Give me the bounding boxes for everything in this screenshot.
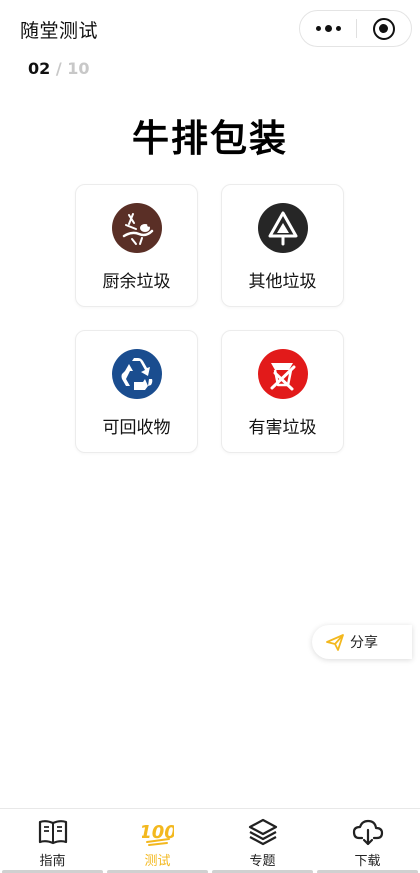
tab-label: 测试 (144, 854, 171, 869)
progress-current: 02 (28, 59, 51, 78)
mini-program-capsule (299, 10, 412, 47)
residual-waste-icon (258, 203, 308, 253)
close-mini-program-icon[interactable] (373, 18, 395, 40)
tab-test[interactable]: 100 测试 (105, 809, 210, 873)
option-label: 有害垃圾 (248, 418, 317, 438)
tab-guide[interactable]: 指南 (0, 809, 105, 873)
more-dot-icon (324, 25, 332, 32)
tab-label: 专题 (249, 854, 276, 869)
layers-icon (248, 818, 278, 846)
share-label: 分享 (350, 635, 378, 651)
tab-download[interactable]: 下载 (315, 809, 420, 873)
page-title: 随堂测试 (20, 20, 99, 42)
progress-total: 10 (67, 59, 90, 78)
option-label: 其他垃圾 (248, 272, 317, 292)
question-progress: 02 / 10 (28, 59, 90, 78)
cloud-download-icon (352, 819, 384, 846)
nav-bar: 随堂测试 (0, 0, 420, 56)
option-label: 可回收物 (102, 418, 171, 438)
more-dot-icon (315, 26, 321, 31)
hazardous-waste-icon (258, 349, 308, 399)
more-menu-button[interactable] (300, 11, 356, 46)
hundred-icon: 100 (142, 822, 174, 846)
tab-bar: 指南 100 测试 专题 下载 (0, 808, 420, 873)
tab-label: 指南 (39, 854, 66, 869)
share-icon (326, 634, 344, 651)
option-card-residual-waste[interactable]: 其他垃圾 (221, 184, 344, 307)
option-label: 厨余垃圾 (102, 272, 171, 292)
more-dot-icon (335, 26, 341, 31)
book-icon (38, 820, 68, 845)
option-card-food-waste[interactable]: 厨余垃圾 (75, 184, 198, 307)
recyclable-icon (112, 349, 162, 399)
option-card-hazardous-waste[interactable]: 有害垃圾 (221, 330, 344, 453)
tab-label: 下载 (354, 854, 381, 869)
tab-topics[interactable]: 专题 (210, 809, 315, 873)
food-waste-icon (112, 203, 162, 253)
option-card-recyclable[interactable]: 可回收物 (75, 330, 198, 453)
progress-separator: / (55, 59, 62, 78)
question-title: 牛排包装 (132, 117, 288, 160)
share-button[interactable]: 分享 (312, 625, 412, 659)
capsule-divider (356, 19, 357, 38)
